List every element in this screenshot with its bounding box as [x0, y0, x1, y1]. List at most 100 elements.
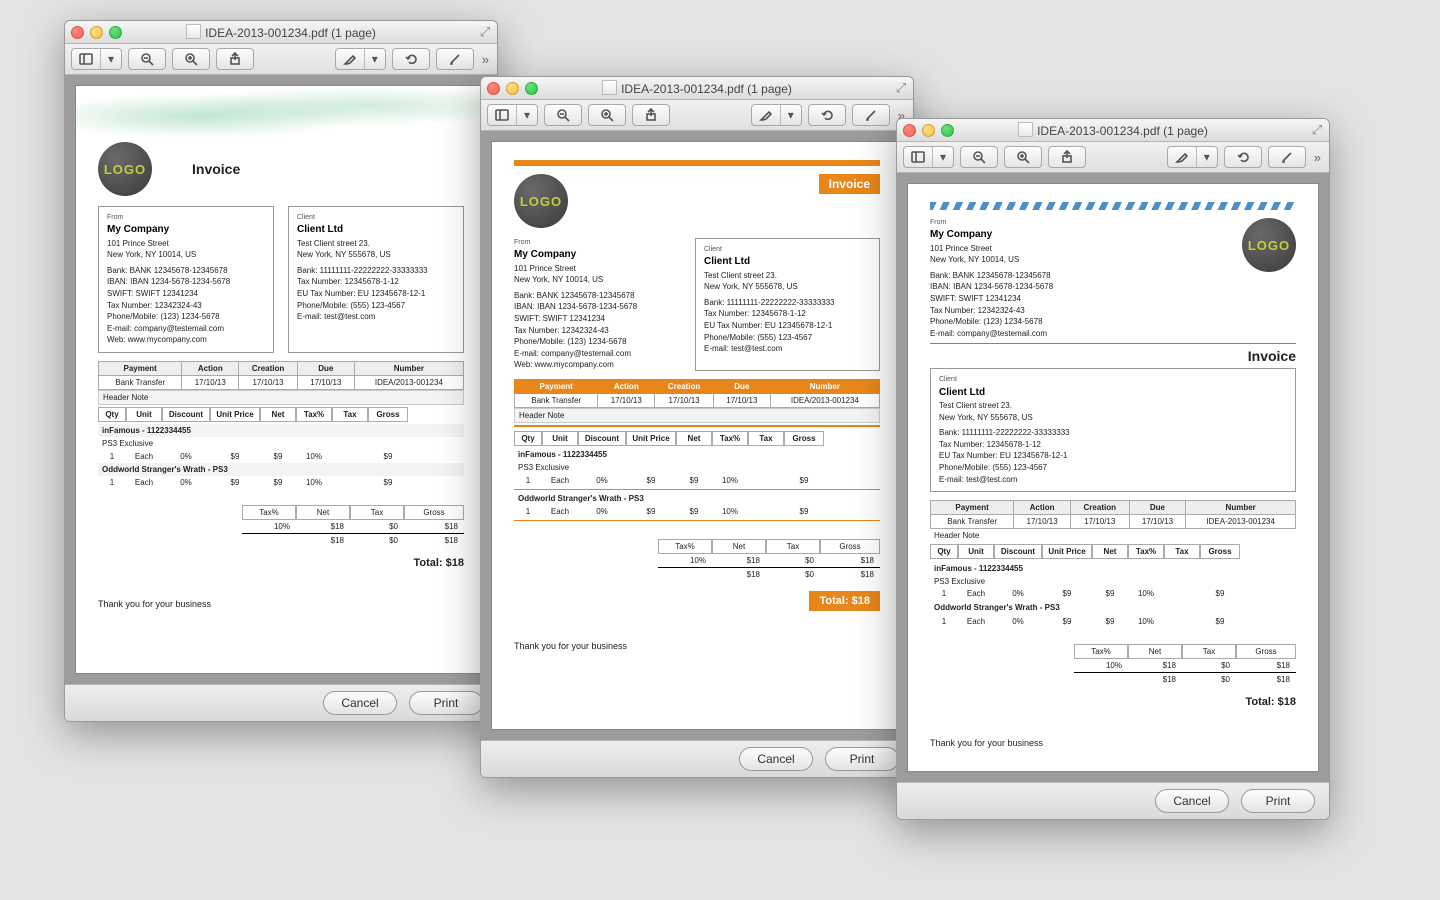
pdf-file-icon	[1018, 122, 1033, 137]
view-mode-button[interactable]: ▾	[903, 146, 954, 168]
invoice-page: From My Company 101 Prince StreetNew Yor…	[907, 183, 1319, 772]
cancel-button[interactable]: Cancel	[739, 747, 813, 771]
markup-button[interactable]	[1268, 146, 1306, 168]
highlighter-icon	[759, 108, 773, 122]
overflow-icon[interactable]: »	[480, 52, 491, 67]
titlebar[interactable]: IDEA-2013-001234.pdf (1 page) ⤢	[481, 77, 913, 100]
preview-window-3: IDEA-2013-001234.pdf (1 page) ⤢ ▾ ▾ » Fr…	[896, 118, 1330, 820]
decorative-bar	[514, 160, 880, 166]
payment-header-table: PaymentActionCreationDueNumber Bank Tran…	[930, 500, 1296, 529]
document-viewport[interactable]: From My Company 101 Prince StreetNew Yor…	[897, 173, 1329, 782]
sidebar-icon	[911, 150, 925, 164]
rotate-button[interactable]	[808, 104, 846, 126]
highlight-button[interactable]: ▾	[1167, 146, 1218, 168]
invoice-heading: Invoice	[192, 161, 240, 177]
titlebar[interactable]: IDEA-2013-001234.pdf (1 page) ⤢	[897, 119, 1329, 142]
traffic-lights	[487, 82, 538, 95]
dialog-footer: Cancel Print	[65, 684, 497, 721]
grand-total: Total: $18	[930, 696, 1296, 708]
close-icon[interactable]	[903, 124, 916, 137]
highlight-button[interactable]: ▾	[751, 104, 802, 126]
print-button[interactable]: Print	[825, 747, 899, 771]
chevron-down-icon[interactable]: ▾	[1197, 147, 1217, 167]
minimize-icon[interactable]	[922, 124, 935, 137]
document-viewport[interactable]: LOGO Invoice From My Company 101 Prince …	[65, 75, 497, 684]
edit-icon	[1280, 150, 1294, 164]
summary-header: Tax%NetTaxGross	[242, 505, 464, 520]
item-name: Oddworld Stranger's Wrath - PS3	[98, 463, 464, 476]
cancel-button[interactable]: Cancel	[323, 691, 397, 715]
highlight-button[interactable]: ▾	[335, 48, 386, 70]
chevron-down-icon[interactable]: ▾	[933, 147, 953, 167]
view-mode-button[interactable]: ▾	[487, 104, 538, 126]
thank-you: Thank you for your business	[514, 641, 880, 651]
cancel-button[interactable]: Cancel	[1155, 789, 1229, 813]
summary-row: 10%$18$0$18	[658, 554, 880, 567]
line-item-row: 1Each0%$9$910%$9	[98, 450, 464, 463]
zoom-icon[interactable]	[525, 82, 538, 95]
fullscreen-icon[interactable]: ⤢	[478, 25, 492, 39]
line-item-row: 1Each0%$9$910%$9	[930, 587, 1296, 600]
zoom-in-button[interactable]	[1004, 146, 1042, 168]
zoom-out-button[interactable]	[960, 146, 998, 168]
pdf-file-icon	[602, 80, 617, 95]
line-item-row: 1Each0%$9$910%$9	[514, 505, 880, 518]
fullscreen-icon[interactable]: ⤢	[894, 81, 908, 95]
titlebar[interactable]: IDEA-2013-001234.pdf (1 page) ⤢	[65, 21, 497, 44]
chevron-down-icon[interactable]: ▾	[781, 105, 801, 125]
share-button[interactable]	[1048, 146, 1086, 168]
share-icon	[1060, 150, 1074, 164]
zoom-in-icon	[1016, 150, 1030, 164]
zoom-out-button[interactable]	[128, 48, 166, 70]
chevron-down-icon[interactable]: ▾	[365, 49, 385, 69]
item-name: PS3 Exclusive	[514, 461, 880, 474]
print-button[interactable]: Print	[409, 691, 483, 715]
chevron-down-icon[interactable]: ▾	[101, 49, 121, 69]
zoom-out-icon	[140, 52, 154, 66]
fullscreen-icon[interactable]: ⤢	[1310, 123, 1324, 137]
line-item-row: 1Each0%$9$910%$9	[98, 476, 464, 489]
overflow-icon[interactable]: »	[1312, 150, 1323, 165]
markup-button[interactable]	[852, 104, 890, 126]
print-button[interactable]: Print	[1241, 789, 1315, 813]
document-viewport[interactable]: LOGO Invoice From My Company 101 Prince …	[481, 131, 913, 740]
item-name: PS3 Exclusive	[930, 576, 1296, 587]
summary-header: Tax%NetTaxGross	[658, 539, 880, 554]
summary-total-line: $18$0$18	[242, 533, 464, 547]
summary-total-line: $18$0$18	[658, 567, 880, 581]
payment-header-table: PaymentActionCreationDueNumber Bank Tran…	[514, 379, 880, 408]
client-box: Client Client Ltd Test Client street 23.…	[930, 368, 1296, 492]
invoice-page: LOGO Invoice From My Company 101 Prince …	[75, 85, 487, 674]
zoom-icon[interactable]	[109, 26, 122, 39]
rotate-button[interactable]	[1224, 146, 1262, 168]
item-group-title: inFamous - 1122334455	[930, 561, 1296, 576]
zoom-in-button[interactable]	[172, 48, 210, 70]
pdf-file-icon	[186, 24, 201, 39]
item-name: PS3 Exclusive	[98, 437, 464, 450]
grand-total: Total: $18	[809, 591, 880, 611]
invoice-heading: Invoice	[819, 174, 880, 194]
toolbar: ▾ ▾ »	[481, 100, 913, 131]
line-items-header: QtyUnitDiscountUnit PriceNetTax%TaxGross	[930, 542, 1296, 561]
view-mode-button[interactable]: ▾	[71, 48, 122, 70]
client-box: Client Client Ltd Test Client street 23.…	[288, 206, 464, 353]
zoom-out-button[interactable]	[544, 104, 582, 126]
close-icon[interactable]	[71, 26, 84, 39]
edit-icon	[448, 52, 462, 66]
preview-window-2: IDEA-2013-001234.pdf (1 page) ⤢ ▾ ▾ » LO…	[480, 76, 914, 778]
share-button[interactable]	[216, 48, 254, 70]
line-item-row: 1Each0%$9$910%$9	[930, 615, 1296, 628]
invoice-heading: Invoice	[930, 348, 1296, 364]
markup-button[interactable]	[436, 48, 474, 70]
minimize-icon[interactable]	[506, 82, 519, 95]
close-icon[interactable]	[487, 82, 500, 95]
rotate-button[interactable]	[392, 48, 430, 70]
company-logo: LOGO	[514, 174, 568, 228]
from-box: From My Company 101 Prince StreetNew Yor…	[514, 238, 681, 371]
chevron-down-icon[interactable]: ▾	[517, 105, 537, 125]
share-button[interactable]	[632, 104, 670, 126]
zoom-icon[interactable]	[941, 124, 954, 137]
summary-total-line: $18$0$18	[1074, 672, 1296, 686]
zoom-in-button[interactable]	[588, 104, 626, 126]
minimize-icon[interactable]	[90, 26, 103, 39]
